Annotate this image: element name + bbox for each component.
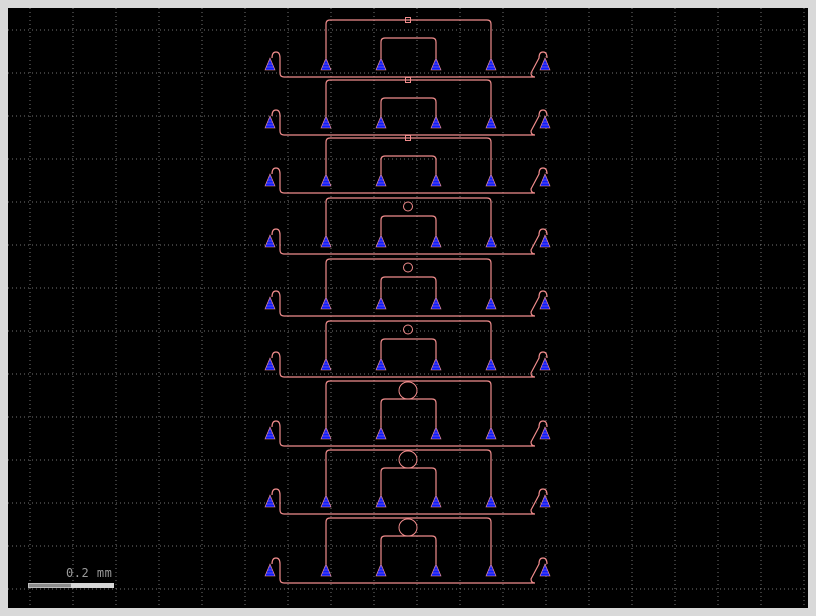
bus-waveguide-inner [380,338,437,358]
scale-bar-segment [71,583,114,588]
bus-waveguide-inner [380,276,437,297]
bus-waveguide-inner [380,398,437,427]
ring-resonator [403,201,413,212]
loopback-waveguide [271,228,548,255]
bus-waveguide-outer [325,517,492,564]
bus-waveguide-outer [325,258,492,297]
layout-viewer: 0.2 mm [0,0,816,616]
bus-waveguide-outer [325,19,492,58]
bus-waveguide-inner [380,535,437,564]
loopback-waveguide [271,488,548,515]
loopback-waveguide [271,557,548,584]
ring-resonator [403,324,413,335]
bus-waveguide-inner [380,97,437,116]
bus-waveguide-inner [380,467,437,495]
bus-waveguide-outer [325,449,492,495]
bus-waveguide-outer [325,380,492,427]
loopback-waveguide [271,420,548,447]
loopback-waveguide [271,167,548,194]
bus-waveguide-inner [380,215,437,235]
layout-canvas[interactable] [8,8,808,608]
ring-resonator [403,262,413,273]
scale-bar: 0.2 mm [28,566,116,596]
loopback-waveguide [271,109,548,136]
ring-resonator [398,381,418,400]
ring-resonator [398,518,418,537]
scale-bar-label: 0.2 mm [66,566,113,580]
bus-waveguide-inner [380,37,437,58]
loopback-waveguide [271,290,548,317]
loopback-waveguide [271,351,548,378]
loopback-waveguide [271,51,548,78]
layout-drawing[interactable] [8,8,808,608]
